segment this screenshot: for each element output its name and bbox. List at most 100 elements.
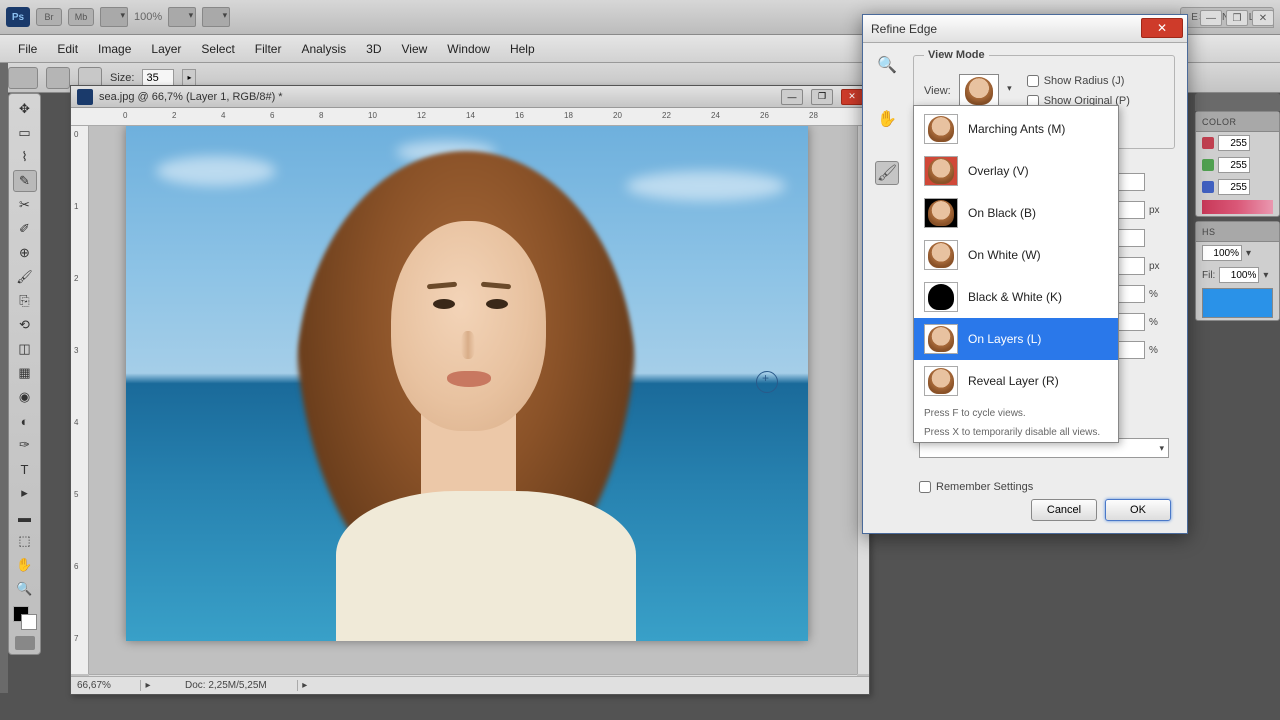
ok-button[interactable]: OK [1105, 499, 1171, 521]
dodge-tool[interactable]: ◐ [13, 410, 37, 432]
vertical-ruler: 01234567 [71, 126, 89, 674]
menu-select[interactable]: Select [191, 38, 244, 60]
opacity-input[interactable] [1202, 245, 1242, 261]
refine-radius-brush-icon[interactable]: 🖌 [875, 161, 899, 185]
gradient-tool[interactable]: ▦ [13, 362, 37, 384]
lasso-tool[interactable]: ⌇ [13, 146, 37, 168]
eyedropper-tool[interactable]: ✐ [13, 218, 37, 240]
view-mode-menu: Marching Ants (M)Overlay (V)On Black (B)… [913, 105, 1119, 443]
app-icon: Ps [6, 7, 30, 27]
pen-tool[interactable]: ✑ [13, 434, 37, 456]
color-swatches[interactable] [13, 606, 37, 630]
eraser-tool[interactable]: ◫ [13, 338, 37, 360]
quick-mask-toggle[interactable] [15, 636, 35, 650]
menu-view[interactable]: View [391, 38, 437, 60]
doc-maximize-button[interactable]: ❐ [811, 89, 833, 105]
hand-tool[interactable]: ✋ [13, 554, 37, 576]
shapes-tool[interactable]: ▬ [13, 506, 37, 528]
blur-tool[interactable]: ◉ [13, 386, 37, 408]
canvas[interactable] [126, 126, 808, 641]
zoom-tool[interactable]: 🔍 [13, 578, 37, 600]
path-selection-tool[interactable]: ▸ [13, 482, 37, 504]
view-option[interactable]: Overlay (V) [914, 150, 1118, 192]
view-option[interactable]: On Layers (L) [914, 318, 1118, 360]
show-radius-checkbox[interactable]: Show Radius (J) [1027, 75, 1130, 87]
size-slider-button[interactable]: ▸ [182, 69, 196, 87]
window-minimize-button[interactable]: — [1200, 10, 1222, 26]
clone-stamp-tool[interactable]: ⎘ [13, 290, 37, 312]
fill-label: Fil: [1202, 270, 1215, 281]
g-input[interactable] [1218, 157, 1250, 173]
doc-minimize-button[interactable]: — [781, 89, 803, 105]
brush-tool[interactable]: 🖌 [13, 266, 37, 288]
menu-window[interactable]: Window [437, 38, 500, 60]
color-panel: COLOR [1195, 111, 1280, 217]
dock-grip[interactable] [1195, 93, 1280, 111]
g-icon [1202, 159, 1214, 171]
window-close-button[interactable]: ✕ [1252, 10, 1274, 26]
bridge-button[interactable]: Br [36, 8, 62, 26]
marquee-tool[interactable]: ▭ [13, 122, 37, 144]
b-icon [1202, 181, 1214, 193]
move-tool[interactable]: ✥ [13, 98, 37, 120]
quick-selection-tool[interactable]: ✎ [13, 170, 37, 192]
image-subject [276, 131, 656, 641]
canvas-area[interactable] [89, 126, 857, 674]
menu-layer[interactable]: Layer [141, 38, 191, 60]
view-option[interactable]: Marching Ants (M) [914, 108, 1118, 150]
adjustments-tab[interactable]: HS [1196, 222, 1279, 242]
view-mode-legend: View Mode [924, 49, 989, 61]
color-tab[interactable]: COLOR [1196, 112, 1279, 132]
document-icon [77, 89, 93, 105]
tools-panel: ✥ ▭ ⌇ ✎ ✂ ✐ ⊕ 🖌 ⎘ ⟲ ◫ ▦ ◉ ◐ ✑ T ▸ ▬ ⬚ ✋ … [8, 93, 41, 655]
view-label: View: [924, 85, 951, 97]
menu-analysis[interactable]: Analysis [291, 38, 356, 60]
zoom-icon[interactable]: 🔍 [875, 53, 899, 77]
arrange-documents-dropdown[interactable] [100, 7, 128, 27]
dialog-close-button[interactable]: ✕ [1141, 18, 1183, 38]
menu-help[interactable]: Help [500, 38, 545, 60]
history-brush-tool[interactable]: ⟲ [13, 314, 37, 336]
adjustments-panel: HS ▾ Fil:▾ [1195, 221, 1280, 321]
view-option[interactable]: Reveal Layer (R) [914, 360, 1118, 402]
brush-cursor-icon [756, 371, 778, 393]
healing-brush-tool[interactable]: ⊕ [13, 242, 37, 264]
doc-close-button[interactable]: ✕ [841, 89, 863, 105]
window-restore-button[interactable]: ❐ [1226, 10, 1248, 26]
menu-image[interactable]: Image [88, 38, 141, 60]
brush-add-icon[interactable] [46, 67, 70, 89]
left-dock-strip[interactable] [0, 63, 8, 693]
layer-thumbnail[interactable] [1202, 288, 1273, 318]
document-title: sea.jpg @ 66,7% (Layer 1, RGB/8#) * [99, 91, 773, 103]
cancel-button[interactable]: Cancel [1031, 499, 1097, 521]
right-panels-dock: COLOR HS ▾ Fil:▾ [1195, 93, 1280, 693]
fill-input[interactable] [1219, 267, 1259, 283]
menu-edit[interactable]: Edit [47, 38, 88, 60]
view-option[interactable]: Black & White (K) [914, 276, 1118, 318]
menu-3d[interactable]: 3D [356, 38, 391, 60]
status-zoom[interactable]: 66,67% [71, 680, 141, 691]
view-option[interactable]: On White (W) [914, 234, 1118, 276]
view-mode-dropdown[interactable] [959, 74, 999, 108]
r-input[interactable] [1218, 135, 1250, 151]
hand-icon[interactable]: ✋ [875, 107, 899, 131]
horizontal-ruler: 0246810121416182022242628 [71, 108, 869, 126]
remember-settings-checkbox[interactable]: Remember Settings [919, 481, 1033, 493]
menu-file[interactable]: File [8, 38, 47, 60]
b-input[interactable] [1218, 179, 1250, 195]
color-ramp[interactable] [1202, 200, 1273, 214]
brush-size-input[interactable] [142, 69, 174, 87]
status-docinfo: Doc: 2,25M/5,25M [155, 680, 298, 691]
crop-tool[interactable]: ✂ [13, 194, 37, 216]
dialog-title: Refine Edge [863, 15, 1187, 43]
screen-mode-dropdown[interactable] [168, 7, 196, 27]
minibridge-button[interactable]: Mb [68, 8, 94, 26]
menu-filter[interactable]: Filter [245, 38, 292, 60]
view-option[interactable]: On Black (B) [914, 192, 1118, 234]
zoom-level: 100% [134, 11, 162, 23]
extras-dropdown[interactable] [202, 7, 230, 27]
3d-tool[interactable]: ⬚ [13, 530, 37, 552]
status-bar: 66,67% ▸ Doc: 2,25M/5,25M ▸ [71, 676, 869, 694]
tool-preset-picker[interactable] [8, 67, 38, 89]
type-tool[interactable]: T [13, 458, 37, 480]
